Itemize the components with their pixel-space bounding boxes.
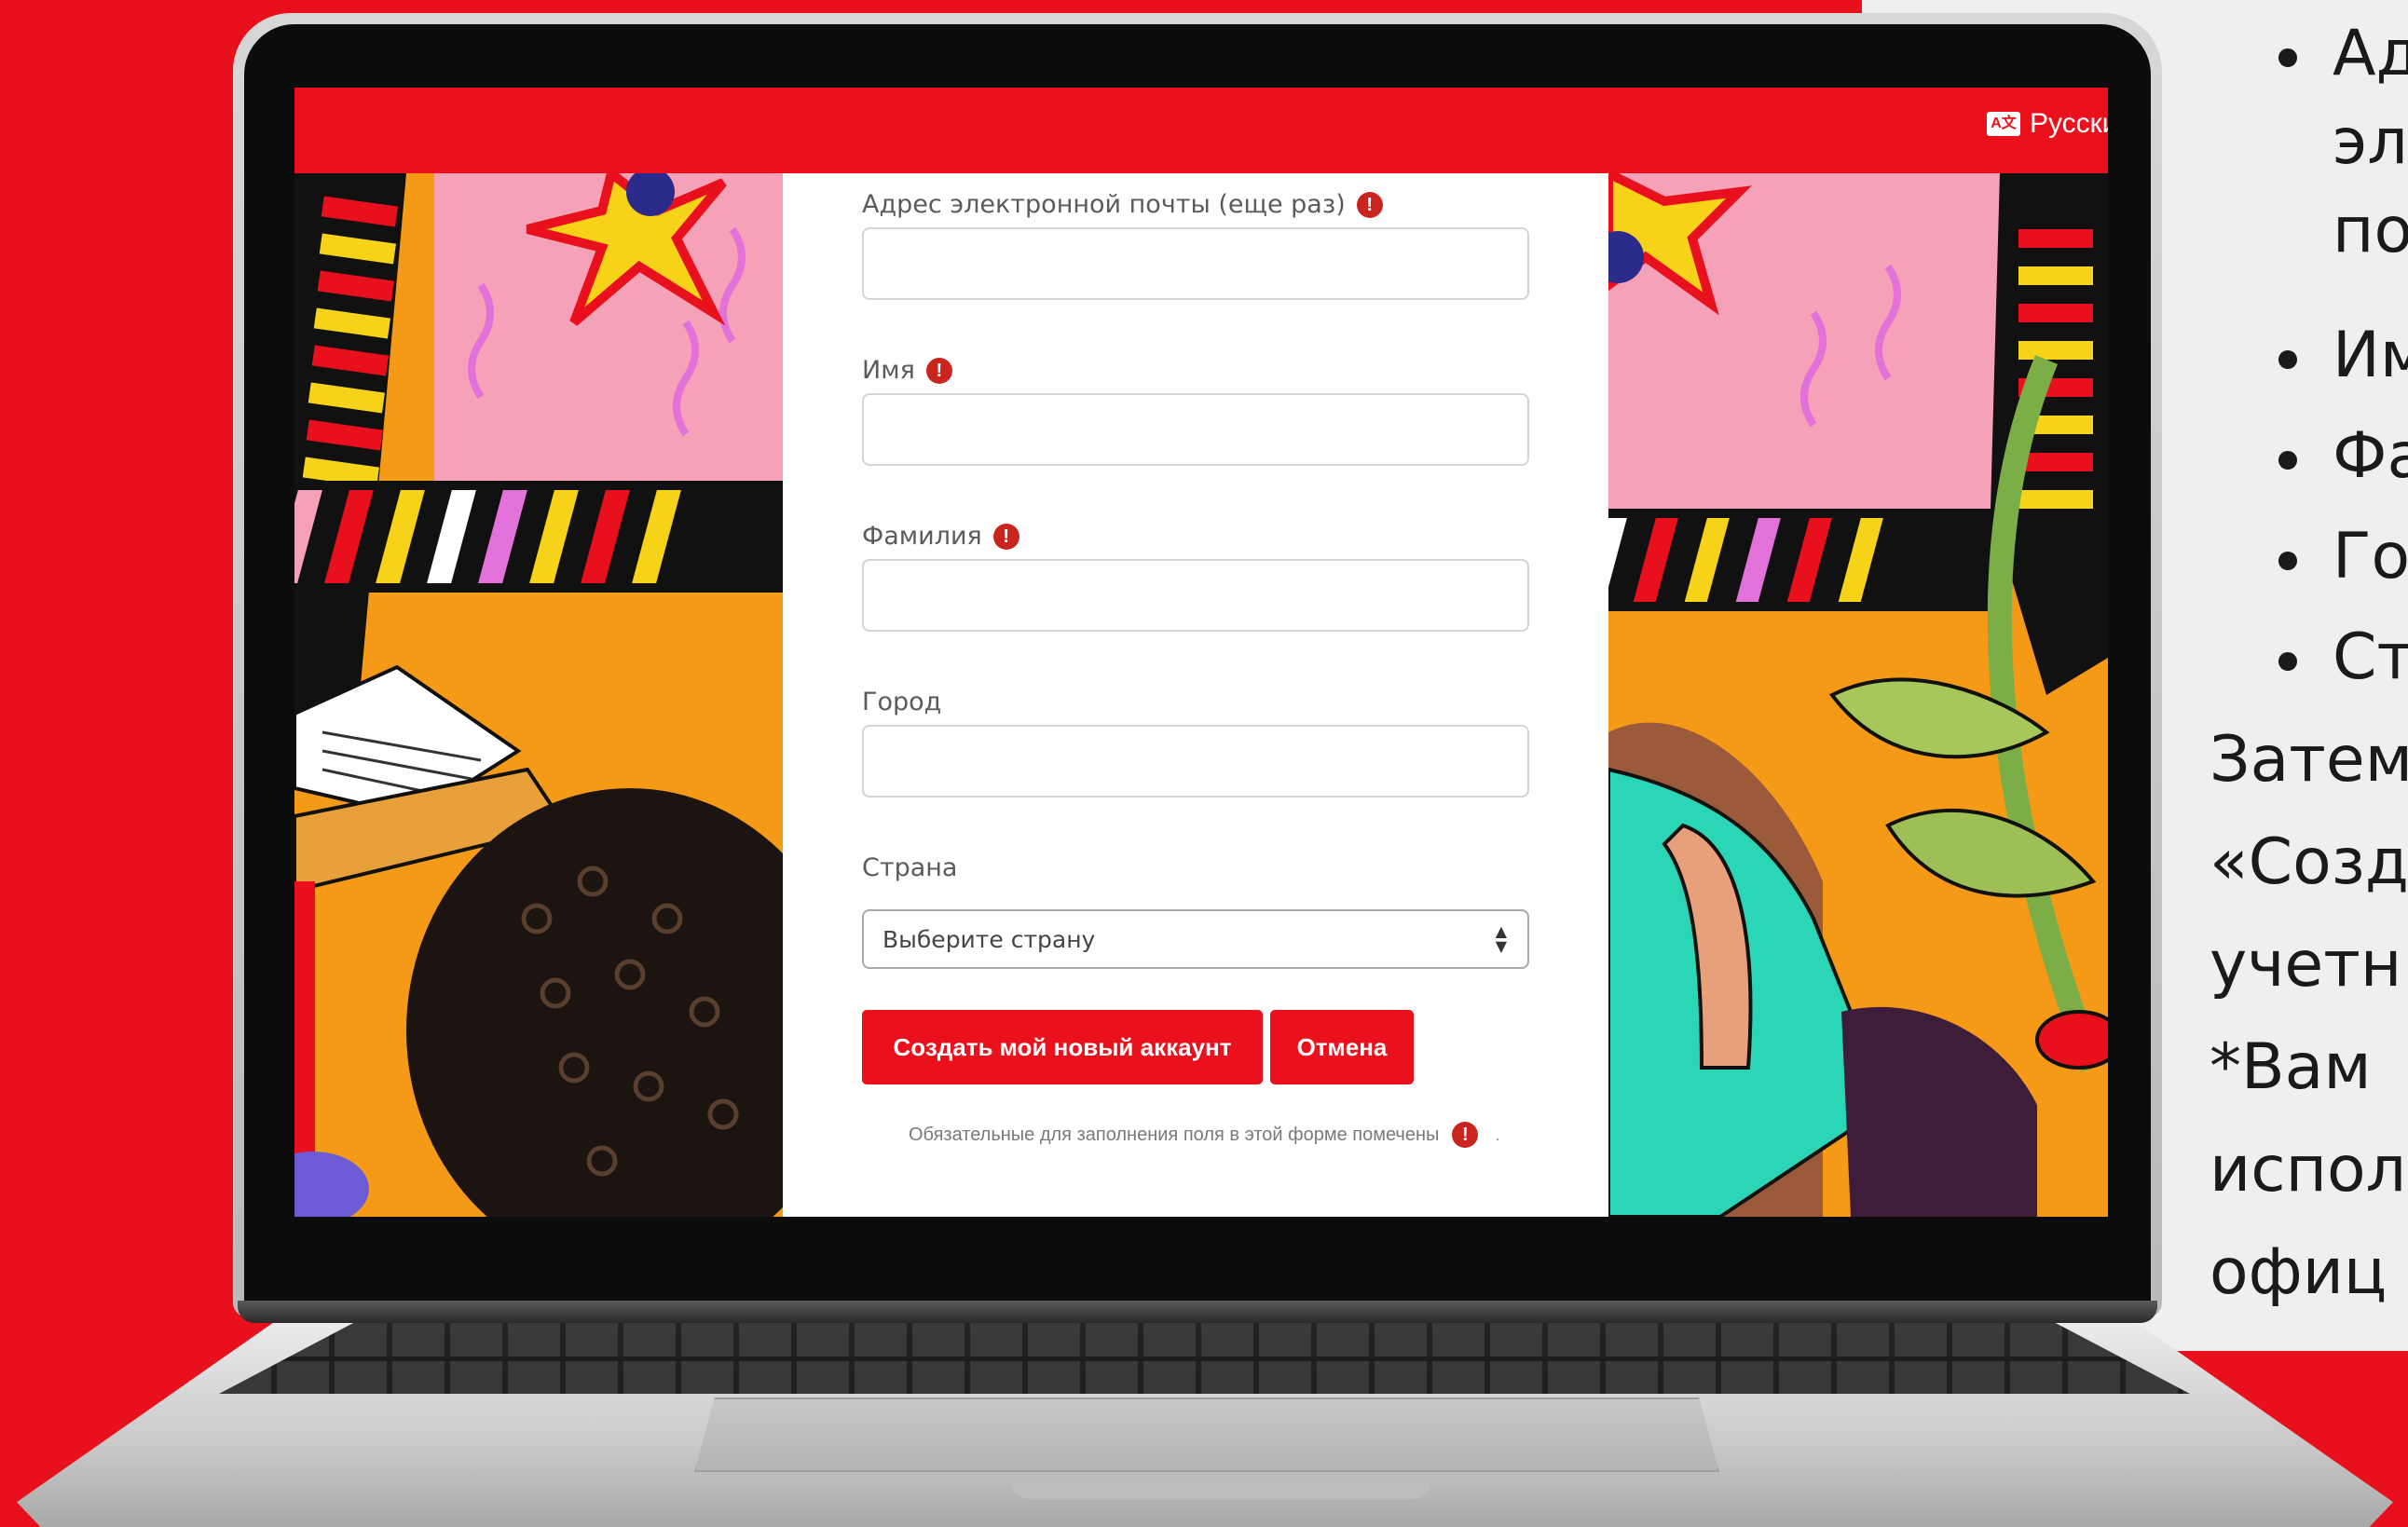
first-name-input[interactable]: [862, 393, 1529, 466]
cancel-button[interactable]: Отмена: [1270, 1010, 1414, 1084]
laptop-trackpad: [694, 1397, 1719, 1472]
bullet-email: Ад эл по: [2278, 9, 2408, 276]
site-header: A文 Русски: [294, 88, 2108, 173]
bullet-last-name: Фа: [2278, 412, 2408, 500]
language-menu[interactable]: A文 Русски: [1987, 108, 2108, 140]
required-icon: !: [1356, 191, 1383, 218]
last-name-label: Фамилия !: [862, 522, 1019, 551]
bullet-country: Ст: [2278, 613, 2408, 702]
required-icon: !: [925, 357, 952, 384]
laptop-base-notch: [1011, 1482, 1430, 1499]
email-again-input[interactable]: [862, 227, 1529, 300]
illustration-left-art: [294, 173, 783, 1217]
city-input[interactable]: [862, 725, 1529, 798]
laptop-keyboard: [219, 1321, 2190, 1394]
language-label: Русски: [2030, 108, 2108, 139]
last-name-input[interactable]: [862, 559, 1529, 632]
country-label: Страна: [862, 853, 958, 882]
required-fields-note: Обязательные для заполнения поля в этой …: [909, 1122, 1580, 1148]
bullet-city: Го: [2278, 512, 2408, 601]
bullet-first-name: Им: [2278, 311, 2408, 400]
email-again-label: Адрес электронной почты (еще раз) !: [862, 190, 1383, 219]
city-label: Город: [862, 688, 942, 716]
translate-icon: A文: [1987, 112, 2020, 136]
create-account-button[interactable]: Создать мой новый аккаунт: [862, 1010, 1263, 1084]
required-icon: !: [1452, 1122, 1479, 1148]
paragraph-line: *Вам: [2210, 1030, 2372, 1104]
laptop-hinge: [238, 1301, 2157, 1323]
paragraph-line: «Созд: [2210, 825, 2408, 899]
select-arrows-icon: ▲ ▼: [1495, 922, 1507, 955]
illustration-right-art: [1608, 173, 2108, 1217]
paragraph-line: Затем: [2210, 723, 2408, 797]
laptop-screen: A文 Русски: [294, 88, 2108, 1217]
signup-form: Адрес электронной почты (еще раз) ! Имя …: [783, 173, 1608, 1217]
paragraph-line: учетн: [2210, 928, 2402, 1002]
paragraph-line: офиц: [2210, 1235, 2387, 1309]
background-illustration-left: [294, 173, 783, 1217]
country-select[interactable]: Выберите страну ▲ ▼: [862, 909, 1529, 969]
required-icon: !: [992, 523, 1019, 550]
first-name-label: Имя !: [862, 356, 952, 385]
paragraph-line: испол: [2210, 1133, 2407, 1207]
background-illustration-right: [1608, 173, 2108, 1217]
country-select-value: Выберите страну: [882, 925, 1096, 953]
